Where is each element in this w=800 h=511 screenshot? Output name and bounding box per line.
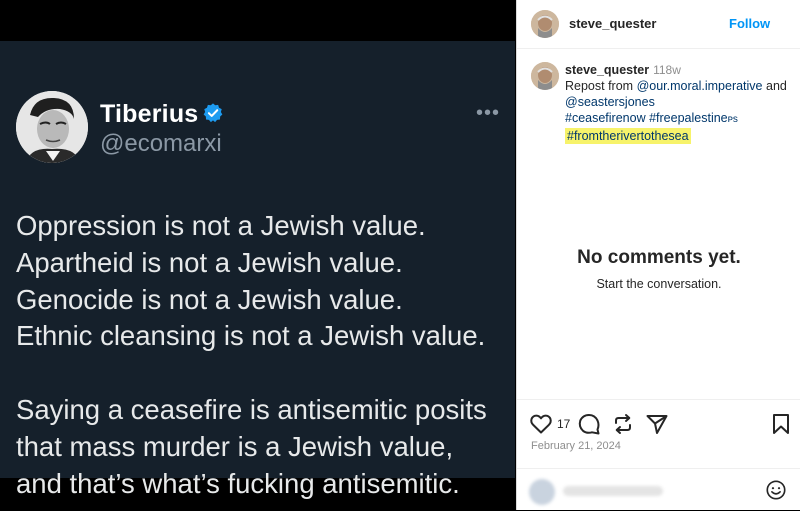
repost-icon[interactable] [611,412,635,436]
caption-avatar[interactable] [531,62,559,90]
hashtag-link[interactable]: #freepalestine [649,111,728,125]
verified-badge-icon [203,103,223,123]
comment-composer [517,468,800,511]
avatar[interactable] [531,10,559,38]
tweet-line: Ethnic cleansing is not a Jewish value. [16,320,486,352]
repost-prefix: Repost from [565,79,634,93]
no-comments-subtitle: Start the conversation. [596,277,722,291]
tweet-text: Oppression is not a Jewish value. Aparth… [16,208,511,503]
share-icon[interactable] [645,412,669,436]
tweet-card: Tiberius @ecomarxi ••• Oppression is not… [0,41,515,499]
emoji-icon[interactable] [765,479,787,501]
hashtag-link[interactable]: #ceasefirenow [565,111,646,125]
post-side-panel: steve_quester Follow steve_quester 118w R… [516,0,800,510]
tweet-line: Genocide is not a Jewish value. [16,283,403,315]
like-count[interactable]: 17 [557,417,570,431]
tweet-image: Tiberius @ecomarxi ••• Oppression is not… [0,0,515,510]
follow-button[interactable]: Follow [729,16,770,31]
mention-link[interactable]: @our.moral.imperative [637,79,763,93]
tweet-avatar [16,91,88,163]
more-icon[interactable]: ••• [476,103,500,123]
heart-icon[interactable] [529,412,553,436]
mention-link[interactable]: @seastersjones [565,95,655,109]
no-comments-title: No comments yet. [577,247,741,268]
post-username[interactable]: steve_quester [569,16,656,31]
post-date[interactable]: February 21, 2024 [531,440,621,452]
tweet-display-name[interactable]: Tiberius [100,100,198,129]
comment-input[interactable] [563,486,663,496]
tweet-line: that mass murder is a Jewish value, [16,430,454,462]
tweet-line: Oppression is not a Jewish value. [16,210,426,241]
tweet-line: Saying a ceasefire is antisemitic posits [16,394,487,426]
avatar [529,479,555,505]
hashtag-suffix: ᴘs [727,114,738,125]
tweet-line: and that’s what’s fucking antisemitic. [16,467,460,499]
tweet-handle[interactable]: @ecomarxi [100,130,222,158]
bookmark-icon[interactable] [769,412,793,436]
comment-icon[interactable] [577,412,601,436]
and-text: and [766,79,787,93]
caption-username[interactable]: steve_quester [565,63,649,77]
post-age: 118w [653,63,681,77]
post-header: steve_quester Follow [517,0,800,49]
tweet-line: Apartheid is not a Jewish value. [16,246,403,278]
post-caption: steve_quester 118w Repost from @our.moral… [565,62,795,144]
action-bar: 17 February 21, 2024 [517,399,800,470]
hashtag-link-highlighted[interactable]: #fromtherivertothesea [565,128,691,144]
